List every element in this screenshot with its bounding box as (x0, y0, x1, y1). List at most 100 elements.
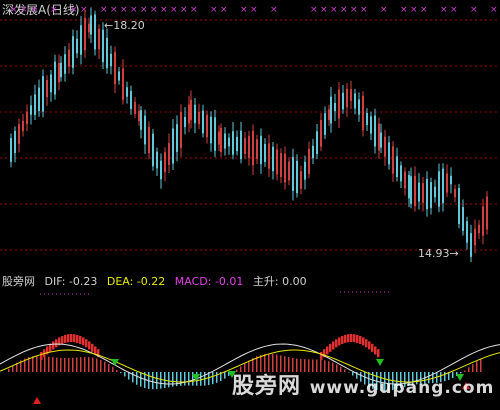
marker-cross: × (450, 5, 458, 15)
candle-body (88, 23, 90, 33)
macd-bar (88, 357, 90, 372)
candle-body (228, 137, 230, 147)
candle-body (296, 160, 298, 194)
macd-bar (52, 357, 54, 372)
candle-body (60, 62, 62, 78)
marker-cross: × (440, 5, 448, 15)
high-price-value: 18.20 (113, 19, 145, 32)
macd-bar (100, 359, 102, 372)
candle-body (68, 49, 70, 67)
marker-cross: × (170, 5, 178, 15)
candle-body (446, 173, 448, 193)
candle-body (346, 88, 348, 108)
candle-body (22, 120, 24, 132)
candle-body (46, 80, 48, 98)
marker-cross: × (380, 5, 388, 15)
macd-cluster (79, 335, 82, 344)
candle-body (10, 138, 12, 162)
candle-body (38, 87, 40, 112)
arrow-right-icon: → (449, 247, 459, 260)
macd-cluster (82, 337, 85, 346)
candle-body (396, 156, 398, 178)
marker-cross: × (470, 5, 478, 15)
macd-bar (64, 358, 66, 372)
macd-bar (104, 361, 106, 372)
candle-body (418, 182, 420, 202)
candle-body (30, 105, 32, 115)
macd-cluster (70, 334, 73, 342)
macd-bar (32, 356, 34, 372)
macd-cluster (350, 334, 353, 342)
candle-body (384, 136, 386, 157)
marker-cross: × (310, 5, 318, 15)
candle-body (380, 132, 382, 148)
marker-cross: × (20, 5, 28, 15)
marker-cross: × (490, 5, 498, 15)
macd-cluster (332, 341, 335, 350)
candle-body (194, 104, 196, 124)
macd-bar (120, 372, 122, 374)
marker-cross: × (120, 5, 128, 15)
candle-body (118, 71, 120, 81)
candle-body (408, 174, 410, 199)
candle-body (42, 76, 44, 112)
macd-bar (48, 356, 50, 372)
candle-body (260, 135, 262, 165)
candle-body (224, 133, 226, 149)
candle-body (138, 110, 140, 122)
macd-cluster (326, 346, 329, 355)
candle-body (14, 130, 16, 154)
candle-body (54, 61, 56, 95)
candle-body (414, 175, 416, 207)
macd-bar (8, 368, 10, 372)
candle-body (102, 29, 104, 63)
candle-body (454, 188, 456, 198)
marker-cross: × (30, 5, 38, 15)
candle-body (304, 161, 306, 180)
candle-body (320, 120, 322, 147)
watermark: 股旁网 www.gupang.com (232, 368, 494, 400)
candle-body (342, 92, 344, 110)
watermark-text: 股旁网 (232, 374, 302, 399)
candle-body (430, 182, 432, 208)
arrow-left-icon: ← (104, 19, 114, 32)
marker-cross: × (320, 5, 328, 15)
candle-body (180, 112, 182, 148)
candle-body (466, 221, 468, 243)
candle-body (358, 99, 360, 115)
candle-body (50, 74, 52, 93)
sell-signal-icon (376, 359, 384, 366)
candle-body (58, 63, 60, 83)
marker-cross: × (100, 5, 108, 15)
price-chart[interactable]: × × × × × × × × × × × × × × × × × × × × × × × × × × × × × × × × × × × (0, 0, 500, 262)
macd-cluster (347, 334, 350, 343)
candle-body (482, 206, 484, 236)
candle-body (300, 171, 302, 189)
candle-body (84, 17, 86, 51)
candle-body (122, 68, 124, 100)
macd-bar (184, 372, 186, 386)
macd-cluster (356, 334, 359, 343)
candle-body (370, 116, 372, 134)
macd-cluster (329, 343, 332, 352)
candle-body (324, 113, 326, 135)
low-price-value: 14.93 (418, 247, 450, 260)
candle-body (236, 136, 238, 152)
marker-cross: × (80, 5, 88, 15)
macd-bar (44, 356, 46, 372)
candle-body (214, 117, 216, 151)
buy-signal-icon (33, 397, 41, 404)
marker-cross: × (10, 5, 18, 15)
candle-body (114, 51, 116, 85)
macd-cluster (40, 352, 43, 360)
candle-body (438, 171, 440, 207)
macd-bar (96, 358, 98, 372)
candle-body (176, 124, 178, 152)
macd-bar (188, 372, 190, 386)
candle-body (312, 145, 314, 159)
macd-cluster (52, 341, 55, 350)
marker-cross: × (240, 5, 248, 15)
candle-body (478, 224, 480, 234)
candle-body (272, 146, 274, 172)
candle-body (106, 37, 108, 69)
